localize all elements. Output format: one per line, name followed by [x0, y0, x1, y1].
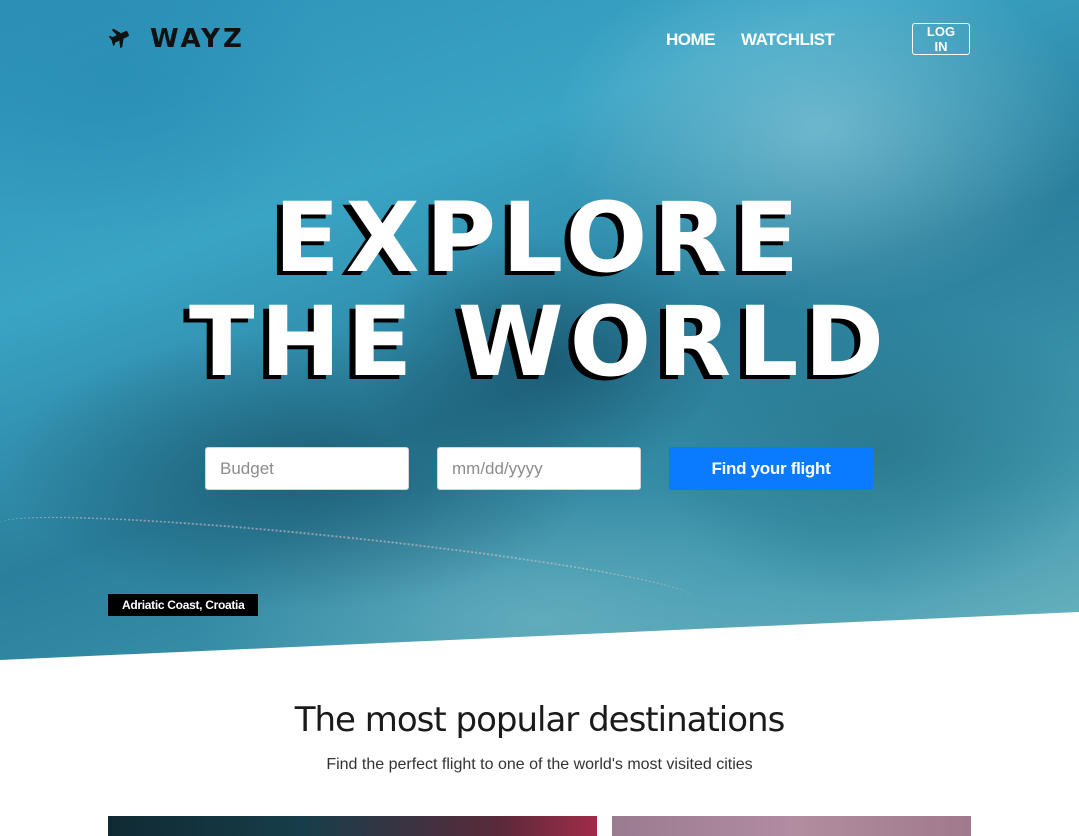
buoy-line: [0, 500, 697, 660]
date-input[interactable]: [437, 447, 641, 490]
hero-headline-line2: THE WORLD: [188, 286, 891, 398]
nav-home-link[interactable]: HOME: [666, 30, 716, 50]
section-subtitle: Find the perfect flight to one of the wo…: [326, 756, 753, 773]
budget-input[interactable]: [205, 447, 409, 490]
brand-name: WAYZ: [150, 24, 245, 54]
find-flight-button[interactable]: Find your flight: [669, 447, 873, 490]
airplane-icon: [108, 25, 132, 53]
nav-watchlist-link[interactable]: WATCHLIST: [741, 30, 835, 50]
section-title: The most popular destinations: [294, 700, 786, 740]
location-badge: Adriatic Coast, Croatia: [108, 594, 259, 616]
brand[interactable]: WAYZ: [108, 24, 245, 54]
destination-card[interactable]: [108, 816, 597, 836]
hero-headline-line1: EXPLORE: [274, 182, 805, 294]
login-button[interactable]: LOG IN: [912, 23, 970, 55]
destination-card[interactable]: [612, 816, 971, 836]
